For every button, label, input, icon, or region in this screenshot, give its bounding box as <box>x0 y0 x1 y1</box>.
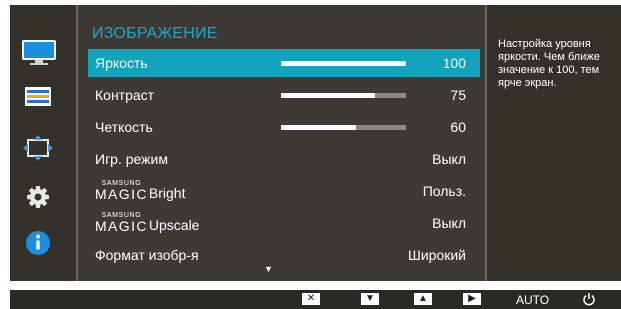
brightness-slider[interactable] <box>281 61 406 66</box>
menu-item-value: Выкл <box>432 151 466 167</box>
magic-logo: SAMSUNG MAGIC <box>95 212 148 234</box>
menu-item-value: 60 <box>450 119 466 135</box>
menu-item-label: Формат изобр-я <box>95 247 199 263</box>
button-guide-bar: ✕ ▼ ▲ ▶ AUTO <box>10 290 621 309</box>
menu-title: ИЗОБРАЖЕНИЕ <box>92 25 218 42</box>
menu-item-sharpness[interactable]: Четкость 60 <box>88 113 480 141</box>
monitor-icon[interactable] <box>21 39 57 67</box>
enter-button[interactable]: ▶ <box>463 293 481 305</box>
menu-item-value: Широкий <box>408 247 466 263</box>
down-button[interactable]: ▼ <box>361 293 379 305</box>
picture-settings-icon[interactable] <box>21 83 57 111</box>
menu-item-contrast[interactable]: Контраст 75 <box>88 81 480 109</box>
info-icon[interactable] <box>21 229 57 257</box>
auto-button[interactable]: AUTO <box>516 293 549 307</box>
slider-fill <box>281 125 356 130</box>
contrast-slider[interactable] <box>281 93 406 98</box>
sharpness-slider[interactable] <box>281 125 406 130</box>
menu-item-label: Контраст <box>95 87 155 103</box>
menu-item-label: Яркость <box>95 55 148 71</box>
menu-item-value: 100 <box>442 55 466 71</box>
scroll-down-indicator[interactable]: ▼ <box>264 264 273 274</box>
menu-item-image-size[interactable]: Формат изобр-я Широкий <box>88 241 480 269</box>
magic-logo: SAMSUNG MAGIC <box>95 180 148 202</box>
close-button[interactable]: ✕ <box>302 293 320 305</box>
picture-menu-panel: ИЗОБРАЖЕНИЕ Яркость 100 Контраст 75 Четк… <box>76 5 487 281</box>
menu-item-label: Четкость <box>95 119 153 135</box>
menu-item-magic-bright[interactable]: SAMSUNG MAGIC Bright Польз. <box>88 177 480 205</box>
menu-item-value: Польз. <box>422 183 466 199</box>
help-text: Настройка уровня яркости. Чем ближе знач… <box>498 38 600 89</box>
gear-icon[interactable] <box>21 183 57 211</box>
menu-item-value: 75 <box>450 87 466 103</box>
menu-item-brightness[interactable]: Яркость 100 <box>88 49 480 77</box>
power-icon[interactable] <box>582 292 596 306</box>
position-size-icon[interactable] <box>21 135 57 163</box>
slider-fill <box>281 61 406 66</box>
slider-fill <box>281 93 375 98</box>
menu-item-magic-upscale[interactable]: SAMSUNG MAGIC Upscale Выкл <box>88 209 480 237</box>
up-button[interactable]: ▲ <box>414 293 432 305</box>
osd-window: ИЗОБРАЖЕНИЕ Яркость 100 Контраст 75 Четк… <box>10 5 621 281</box>
menu-item-label: SAMSUNG MAGIC Bright <box>95 180 186 202</box>
menu-item-value: Выкл <box>432 215 466 231</box>
menu-item-label: Игр. режим <box>95 151 168 167</box>
menu-item-game-mode[interactable]: Игр. режим Выкл <box>88 145 480 173</box>
menu-item-label: SAMSUNG MAGIC Upscale <box>95 212 200 234</box>
menu-category-rail <box>10 5 76 281</box>
